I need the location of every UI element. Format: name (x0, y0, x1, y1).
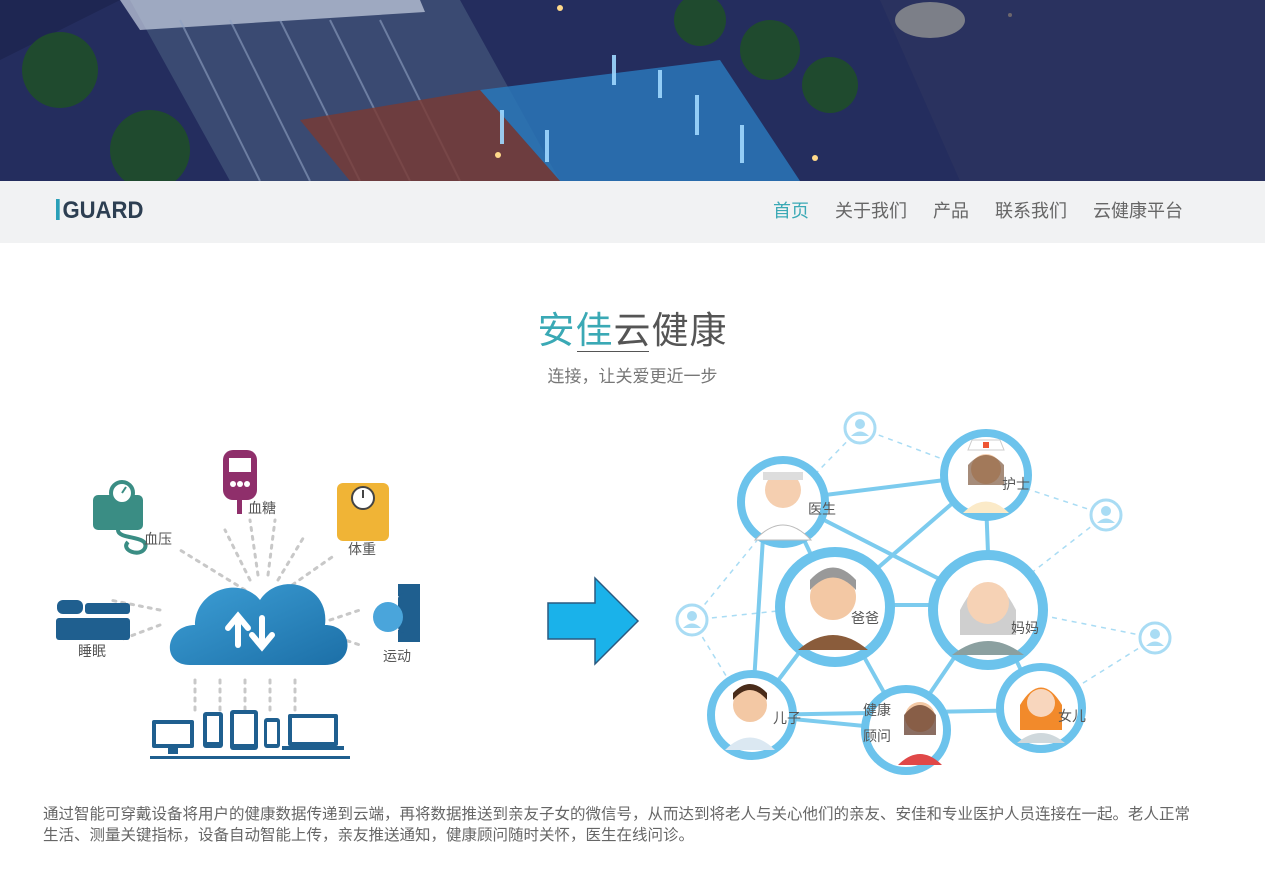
label-doctor: 医生 (808, 501, 836, 517)
page-title-highlight: 安佳 (537, 309, 614, 352)
label-dad: 爸爸 (851, 610, 879, 626)
title-divider (577, 351, 649, 352)
user-icon (843, 411, 877, 445)
smartwatch-icon (373, 584, 420, 642)
label-son: 儿子 (773, 710, 801, 726)
nav-item-about[interactable]: 关于我们 (835, 197, 907, 223)
care-network-illustration: 医生 护士 爸爸 妈妈 儿子 健康 顾问 女儿 (675, 411, 1172, 775)
weight-scale-icon (337, 483, 389, 541)
blood-pressure-icon (93, 480, 148, 555)
nav-item-contact[interactable]: 联系我们 (995, 197, 1067, 223)
label-daughter: 女儿 (1058, 708, 1086, 724)
page-title: 安佳云健康 (0, 300, 1265, 354)
label-blood-sugar: 血糖 (248, 500, 276, 516)
nav-item-home[interactable]: 首页 (773, 197, 809, 223)
page-title-rest: 云健康 (613, 309, 728, 352)
page-subtitle: 连接，让关爱更近一步 (547, 367, 718, 387)
nav-item-cloud-platform[interactable]: 云健康平台 (1093, 197, 1183, 223)
hero-banner-image (0, 0, 1265, 181)
label-sleep: 睡眠 (78, 643, 106, 659)
platform-description: 通过智能可穿戴设备将用户的健康数据传递到云端，再将数据推送到亲友子女的微信号，从… (43, 805, 1191, 844)
device-cloud-illustration: 血压 血糖 体重 睡眠 运动 (56, 450, 420, 759)
label-exercise: 运动 (383, 648, 411, 664)
logo[interactable]: GUARD (56, 197, 143, 225)
user-icon (1089, 498, 1123, 532)
label-nurse: 护士 (1002, 476, 1030, 492)
main-nav: 首页 关于我们 产品 联系我们 云健康平台 (773, 197, 1183, 223)
mom-avatar (928, 550, 1048, 670)
dad-avatar (775, 547, 895, 667)
user-icon (675, 603, 709, 637)
nav-item-products[interactable]: 产品 (933, 197, 969, 223)
label-mom: 妈妈 (1011, 620, 1039, 636)
nurse-avatar (940, 429, 1032, 521)
label-consultant-line1: 健康 (863, 702, 891, 718)
label-blood-pressure: 血压 (144, 531, 172, 547)
arrow-right-icon (547, 576, 640, 666)
hero-night-city-illustration (0, 0, 1265, 181)
sleep-icon (56, 600, 130, 640)
label-weight: 体重 (348, 541, 376, 557)
user-icon (1138, 621, 1172, 655)
label-consultant-line2: 顾问 (863, 728, 891, 744)
cloud-icon (169, 584, 348, 665)
